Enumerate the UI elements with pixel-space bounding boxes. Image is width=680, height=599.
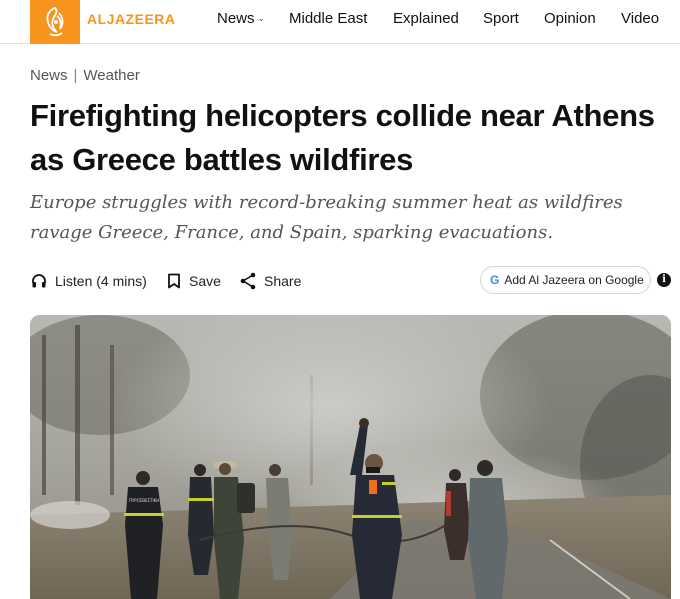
listen-button[interactable]: Listen (4 mins) [31, 270, 147, 292]
article-title: Firefighting helicopters collide near At… [30, 98, 655, 177]
google-button-label: Add Al Jazeera on Google [504, 273, 644, 287]
logo-wordmark[interactable]: ALJAZEERA [87, 11, 176, 27]
headphones-icon [32, 274, 46, 288]
svg-text:ΠΥΡΟΣΒΕΣΤΙΚΗ: ΠΥΡΟΣΒΕΣΤΙΚΗ [129, 498, 160, 503]
listen-label: Listen (4 mins) [55, 273, 147, 289]
bookmark-icon [168, 273, 180, 289]
nav-item-sport[interactable]: Sport [483, 10, 519, 27]
breadcrumb-weather[interactable]: Weather [83, 67, 139, 84]
hero-photo: ΠΥΡΟΣΒΕΣΤΙΚΗ [30, 315, 671, 599]
share-label: Share [264, 273, 302, 289]
nav-item-opinion[interactable]: Opinion [544, 10, 596, 27]
breadcrumb: News | Weather [30, 67, 140, 84]
nav-item-middle-east[interactable]: Middle East [289, 10, 367, 27]
google-icon: G [490, 273, 500, 287]
info-icon[interactable]: i [657, 273, 671, 287]
share-icon [240, 272, 256, 290]
article-subtitle: Europe struggles with record-breaking su… [30, 192, 623, 243]
save-button[interactable]: Save [167, 270, 221, 292]
breadcrumb-separator: | [73, 67, 78, 84]
site-header: ALJAZEERA News ⌄ Middle East Explained Sp… [0, 0, 680, 44]
nav-item-video[interactable]: Video [621, 10, 659, 27]
nav-item-news[interactable]: News ⌄ [217, 10, 265, 27]
share-button[interactable]: Share [240, 270, 301, 292]
breadcrumb-news[interactable]: News [30, 67, 68, 84]
add-aljazeera-on-google-button[interactable]: G Add Al Jazeera on Google [480, 266, 651, 294]
nav-item-label: News [217, 10, 255, 27]
save-label: Save [189, 273, 221, 289]
nav-item-explained[interactable]: Explained [393, 10, 459, 27]
chevron-down-icon: ⌄ [257, 13, 266, 23]
aljazeera-logo-icon[interactable] [30, 0, 80, 44]
